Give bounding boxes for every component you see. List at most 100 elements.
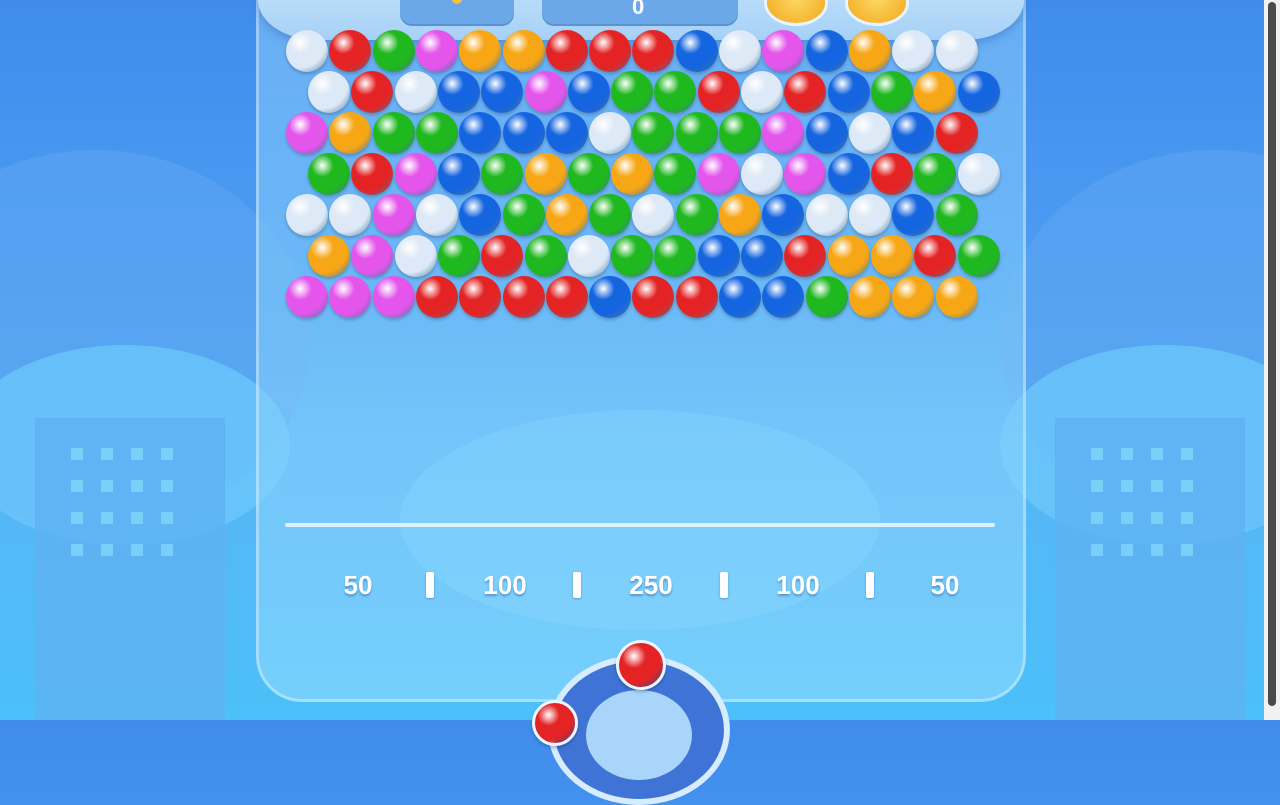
- bubble-green: [805, 276, 848, 318]
- bubble-magenta: [524, 71, 567, 113]
- bubble-magenta: [351, 235, 394, 277]
- slot-divider: [573, 572, 581, 598]
- bubble-white: [567, 235, 610, 277]
- bubble-blue: [892, 112, 935, 154]
- scrollbar-thumb[interactable]: [1268, 2, 1276, 706]
- bubble-green: [914, 153, 957, 195]
- bubble-blue: [762, 276, 805, 318]
- bubble-green: [719, 112, 761, 154]
- bubble-green: [502, 194, 545, 236]
- bubble-red: [870, 153, 913, 195]
- bubble-yellow: [827, 235, 870, 277]
- bubble-white: [415, 194, 458, 236]
- bubble-red: [481, 235, 524, 277]
- bubble-blue: [741, 235, 783, 277]
- current-bubble[interactable]: [616, 640, 666, 690]
- bubble-yellow: [459, 30, 502, 72]
- bubble-yellow: [329, 112, 372, 154]
- bubble-red: [502, 276, 545, 318]
- bubble-green: [308, 153, 350, 195]
- bubble-white: [394, 71, 437, 113]
- bubble-blue: [545, 112, 588, 154]
- bubble-white: [329, 194, 372, 236]
- bubble-yellow: [870, 235, 913, 277]
- bubble-green: [611, 71, 654, 113]
- bubble-green: [372, 30, 415, 72]
- bubble-green: [611, 235, 654, 277]
- bubble-red: [545, 30, 588, 72]
- slot-divider: [720, 572, 728, 598]
- bubble-white: [308, 71, 350, 113]
- bubble-magenta: [394, 153, 437, 195]
- bubble-green: [675, 194, 718, 236]
- bubble-blue: [437, 71, 480, 113]
- deadline-line: [285, 523, 995, 527]
- bubble-green: [437, 235, 480, 277]
- bubble-white: [848, 194, 891, 236]
- bubble-blue: [957, 71, 1000, 113]
- bubble-red: [545, 276, 588, 318]
- bubble-red: [784, 71, 827, 113]
- bubble-magenta: [372, 194, 415, 236]
- bubble-white: [286, 30, 328, 72]
- bubble-red: [697, 71, 740, 113]
- bubble-white: [394, 235, 437, 277]
- bubble-yellow: [719, 194, 761, 236]
- bubble-green: [415, 112, 458, 154]
- slot-divider: [866, 572, 874, 598]
- bubble-magenta: [762, 112, 805, 154]
- bubble-red: [675, 276, 718, 318]
- bubble-blue: [827, 71, 870, 113]
- bubble-magenta: [697, 153, 740, 195]
- bubble-blue: [459, 112, 502, 154]
- bubble-magenta: [372, 276, 415, 318]
- bubble-blue: [697, 235, 740, 277]
- bubble-yellow: [914, 71, 957, 113]
- bubble-white: [848, 112, 891, 154]
- bubble-green: [675, 112, 718, 154]
- bubble-white: [286, 194, 328, 236]
- page-scrollbar[interactable]: [1264, 0, 1280, 720]
- bubble-green: [870, 71, 913, 113]
- slot-divider: [426, 572, 434, 598]
- bubble-red: [329, 30, 372, 72]
- bubble-blue: [805, 112, 848, 154]
- bubble-magenta: [286, 112, 328, 154]
- bubble-magenta: [286, 276, 328, 318]
- bubble-white: [589, 112, 632, 154]
- shooter-core: [586, 690, 692, 780]
- bubble-yellow: [524, 153, 567, 195]
- bubble-green: [589, 194, 632, 236]
- bubble-red: [589, 30, 632, 72]
- bubble-red: [351, 71, 394, 113]
- bubble-magenta: [329, 276, 372, 318]
- bubble-red: [459, 276, 502, 318]
- score-slot-2: 100: [483, 570, 527, 600]
- bubble-yellow: [848, 276, 891, 318]
- bubble-yellow: [502, 30, 545, 72]
- bubble-red: [935, 112, 978, 154]
- score-value: 0: [632, 0, 645, 19]
- bubble-white: [741, 153, 783, 195]
- bubble-yellow: [611, 153, 654, 195]
- bubble-red: [784, 235, 827, 277]
- bubble-blue: [762, 194, 805, 236]
- bubble-red: [351, 153, 394, 195]
- bubble-green: [524, 235, 567, 277]
- bubble-yellow: [545, 194, 588, 236]
- bubble-blue: [459, 194, 502, 236]
- bubble-green: [935, 194, 978, 236]
- bubble-magenta: [415, 30, 458, 72]
- score-slot-5: 50: [930, 570, 960, 600]
- bubble-white: [957, 153, 1000, 195]
- bubble-white: [805, 194, 848, 236]
- bubble-blue: [502, 112, 545, 154]
- bubble-white: [741, 71, 783, 113]
- next-bubble[interactable]: [532, 700, 578, 746]
- bubble-green: [567, 153, 610, 195]
- bubble-blue: [805, 30, 848, 72]
- key-icon: [452, 0, 462, 4]
- bubble-blue: [567, 71, 610, 113]
- bubble-blue: [719, 276, 761, 318]
- bubble-green: [957, 235, 1000, 277]
